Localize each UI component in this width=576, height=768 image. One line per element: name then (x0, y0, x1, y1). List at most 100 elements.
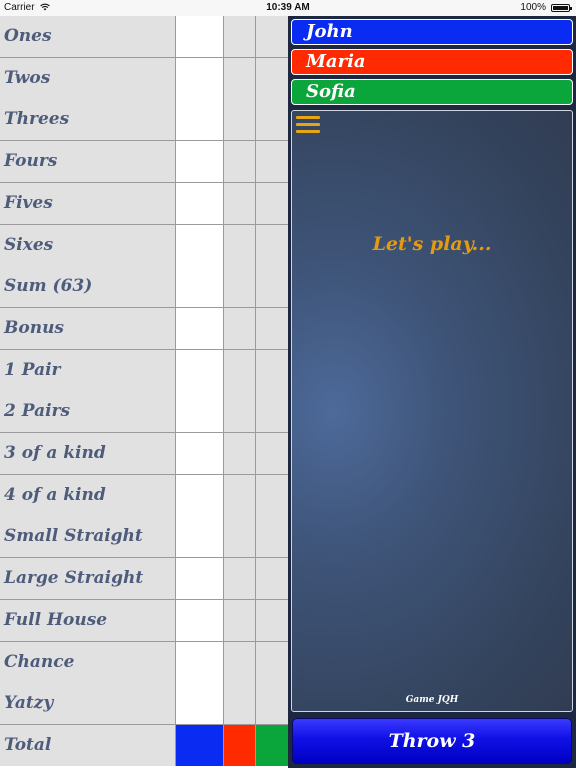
board-message: Let's play... (372, 233, 492, 255)
score-row-label: Small Straight (0, 516, 176, 557)
score-cell-player-3[interactable] (256, 683, 288, 724)
battery-percent: 100% (520, 2, 546, 13)
hamburger-menu-icon[interactable] (296, 116, 320, 134)
score-cell-player-3[interactable] (256, 600, 288, 641)
score-cell-player-2[interactable] (224, 516, 256, 557)
score-cell-player-2[interactable] (224, 683, 256, 724)
score-row-label: Fours (0, 141, 176, 182)
score-cell-player-2[interactable] (224, 183, 256, 224)
score-row: Sixes (0, 225, 288, 267)
score-row: Large Straight (0, 558, 288, 600)
score-cell-player-1[interactable] (176, 642, 224, 683)
score-row: Fours (0, 141, 288, 183)
score-row: Yatzy (0, 683, 288, 725)
score-row: 2 Pairs (0, 391, 288, 433)
score-cell-player-3[interactable] (256, 475, 288, 516)
score-cell-player-2[interactable] (224, 58, 256, 99)
score-cell-player-3 (256, 725, 288, 766)
game-panel: John Maria Sofia Let's play... Game JQH … (288, 16, 576, 768)
score-row-label: Threes (0, 99, 176, 140)
score-row-label: Sixes (0, 225, 176, 266)
throw-button[interactable]: Throw 3 (292, 718, 572, 764)
scorecard: Ones Twos Threes Fours Fives Sixes Sum (63) Bon… (0, 16, 289, 768)
score-cell-player-1[interactable] (176, 16, 224, 57)
score-row-label: Total (0, 725, 176, 766)
battery-icon (551, 4, 572, 12)
score-row: Chance (0, 642, 288, 684)
score-row-label: Bonus (0, 308, 176, 349)
score-cell-player-1[interactable] (176, 350, 224, 391)
score-cell-player-1[interactable] (176, 475, 224, 516)
score-row: 3 of a kind (0, 433, 288, 475)
score-cell-player-3[interactable] (256, 141, 288, 182)
score-cell-player-2[interactable] (224, 433, 256, 474)
score-cell-player-2 (224, 725, 256, 766)
score-row-label: Full House (0, 600, 176, 641)
score-row: Small Straight (0, 516, 288, 558)
score-cell-player-1[interactable] (176, 141, 224, 182)
score-row-label: Chance (0, 642, 176, 683)
score-cell-player-2[interactable] (224, 141, 256, 182)
score-cell-player-2[interactable] (224, 266, 256, 307)
score-cell-player-1[interactable] (176, 683, 224, 724)
score-row-label: Yatzy (0, 683, 176, 724)
score-row-label: Fives (0, 183, 176, 224)
score-cell-player-1[interactable] (176, 308, 224, 349)
score-cell-player-3[interactable] (256, 433, 288, 474)
score-cell-player-1[interactable] (176, 558, 224, 599)
score-cell-player-2[interactable] (224, 16, 256, 57)
game-label: Game JQH (405, 695, 459, 705)
score-row-label: 1 Pair (0, 350, 176, 391)
score-cell-player-2[interactable] (224, 642, 256, 683)
score-row: Bonus (0, 308, 288, 350)
score-cell-player-2[interactable] (224, 475, 256, 516)
score-cell-player-3[interactable] (256, 391, 288, 432)
score-cell-player-2[interactable] (224, 308, 256, 349)
score-cell-player-3[interactable] (256, 58, 288, 99)
score-cell-player-3[interactable] (256, 99, 288, 140)
score-cell-player-1[interactable] (176, 266, 224, 307)
score-cell-player-1[interactable] (176, 391, 224, 432)
score-row: Full House (0, 600, 288, 642)
player-sofia[interactable]: Sofia (291, 79, 573, 105)
player-john[interactable]: John (291, 19, 573, 45)
score-row: Fives (0, 183, 288, 225)
score-row-label: 4 of a kind (0, 475, 176, 516)
score-row: 4 of a kind (0, 475, 288, 517)
score-cell-player-1[interactable] (176, 99, 224, 140)
score-row: Threes (0, 99, 288, 141)
score-cell-player-2[interactable] (224, 391, 256, 432)
score-cell-player-3[interactable] (256, 516, 288, 557)
score-cell-player-3[interactable] (256, 183, 288, 224)
score-cell-player-3[interactable] (256, 225, 288, 266)
score-cell-player-2[interactable] (224, 350, 256, 391)
score-cell-player-1[interactable] (176, 600, 224, 641)
player-maria[interactable]: Maria (291, 49, 573, 75)
score-cell-player-1[interactable] (176, 183, 224, 224)
score-row-label: Large Straight (0, 558, 176, 599)
score-cell-player-1[interactable] (176, 516, 224, 557)
status-bar: Carrier 10:39 AM 100% (0, 0, 576, 17)
score-row-label: 2 Pairs (0, 391, 176, 432)
score-cell-player-3[interactable] (256, 308, 288, 349)
score-cell-player-3[interactable] (256, 642, 288, 683)
score-cell-player-3[interactable] (256, 16, 288, 57)
score-row: 1 Pair (0, 350, 288, 392)
score-cell-player-1[interactable] (176, 58, 224, 99)
score-row-label: Twos (0, 58, 176, 99)
score-row: Sum (63) (0, 266, 288, 308)
score-cell-player-3[interactable] (256, 558, 288, 599)
score-row: Total (0, 725, 288, 767)
score-cell-player-2[interactable] (224, 99, 256, 140)
score-row-label: Ones (0, 16, 176, 57)
score-cell-player-1[interactable] (176, 433, 224, 474)
score-cell-player-1[interactable] (176, 225, 224, 266)
score-cell-player-2[interactable] (224, 558, 256, 599)
score-cell-player-3[interactable] (256, 266, 288, 307)
score-cell-player-2[interactable] (224, 600, 256, 641)
score-row-label: 3 of a kind (0, 433, 176, 474)
score-cell-player-2[interactable] (224, 225, 256, 266)
score-row: Ones (0, 16, 288, 58)
dice-board[interactable]: Let's play... Game JQH (291, 110, 573, 712)
score-cell-player-3[interactable] (256, 350, 288, 391)
